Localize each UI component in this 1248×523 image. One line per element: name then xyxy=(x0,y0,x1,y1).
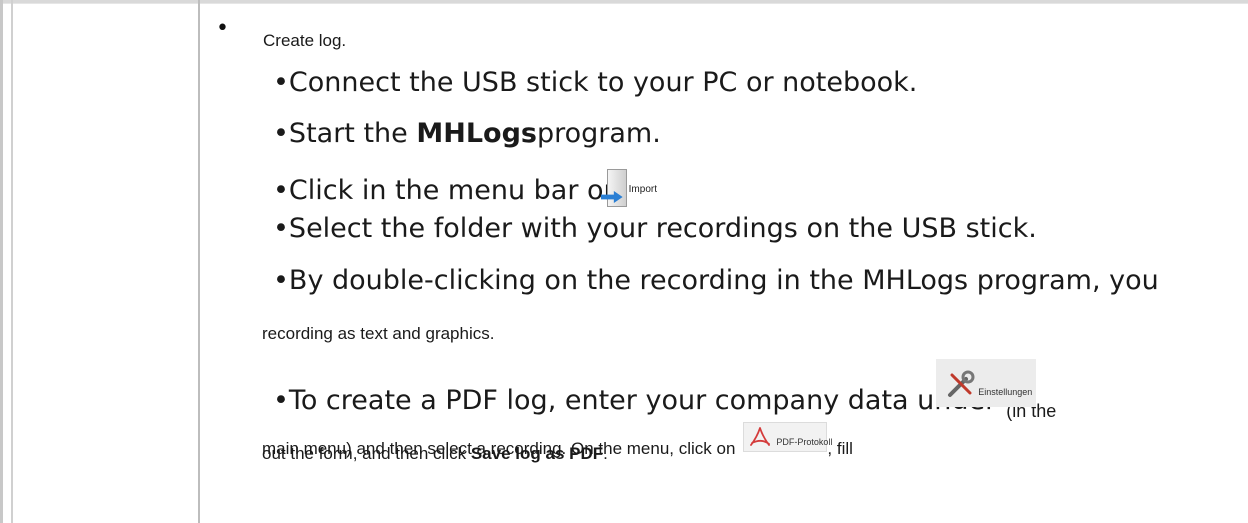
pdf-icon-label: PDF-Protokoll xyxy=(776,437,833,447)
step-click-import: •Click in the menu bar on Import xyxy=(273,169,657,211)
settings-icon-label: Einstellungen xyxy=(978,387,1033,397)
row-line xyxy=(0,3,1248,4)
import-icon: Import xyxy=(600,169,663,211)
step-create-wrap-2: out the form, and then click Save log as… xyxy=(262,443,608,465)
pdf-protocol-icon: PDF-Protokoll xyxy=(743,422,832,452)
step-create-pdf: •To create a PDF log, enter your company… xyxy=(273,359,1056,428)
step-start-text-b: program. xyxy=(536,118,661,149)
left-border xyxy=(0,0,3,523)
step-select-folder: •Select the folder with your recordings … xyxy=(273,213,1037,244)
step-double-click: •By double-clicking on the recording in … xyxy=(273,265,1159,296)
settings-tools-icon: Einstellungen xyxy=(936,359,1037,407)
import-icon-label: Import xyxy=(628,184,657,195)
inner-left-border xyxy=(11,0,13,523)
save-log-label: Save log as PDF xyxy=(470,444,604,463)
step-connect-usb: •Connect the USB stick to your PC or not… xyxy=(273,67,918,98)
intro-text: Create log. xyxy=(263,31,347,50)
step-start-program: •Start the MHLogsprogram. xyxy=(273,117,661,151)
program-name: MHLogs xyxy=(416,118,537,149)
step-create-text: •To create a PDF log, enter your company… xyxy=(273,385,997,416)
wrap2-text-a: out the form, and then click xyxy=(262,444,471,463)
step-start-text-a: •Start the xyxy=(273,118,417,149)
bullet-point: • xyxy=(216,16,229,41)
step-click-text: •Click in the menu bar on xyxy=(273,175,621,206)
step-double-click-wrap: recording as text and graphics. xyxy=(262,324,495,343)
wrap2-text-b: . xyxy=(603,444,608,463)
column-divider xyxy=(198,0,200,523)
